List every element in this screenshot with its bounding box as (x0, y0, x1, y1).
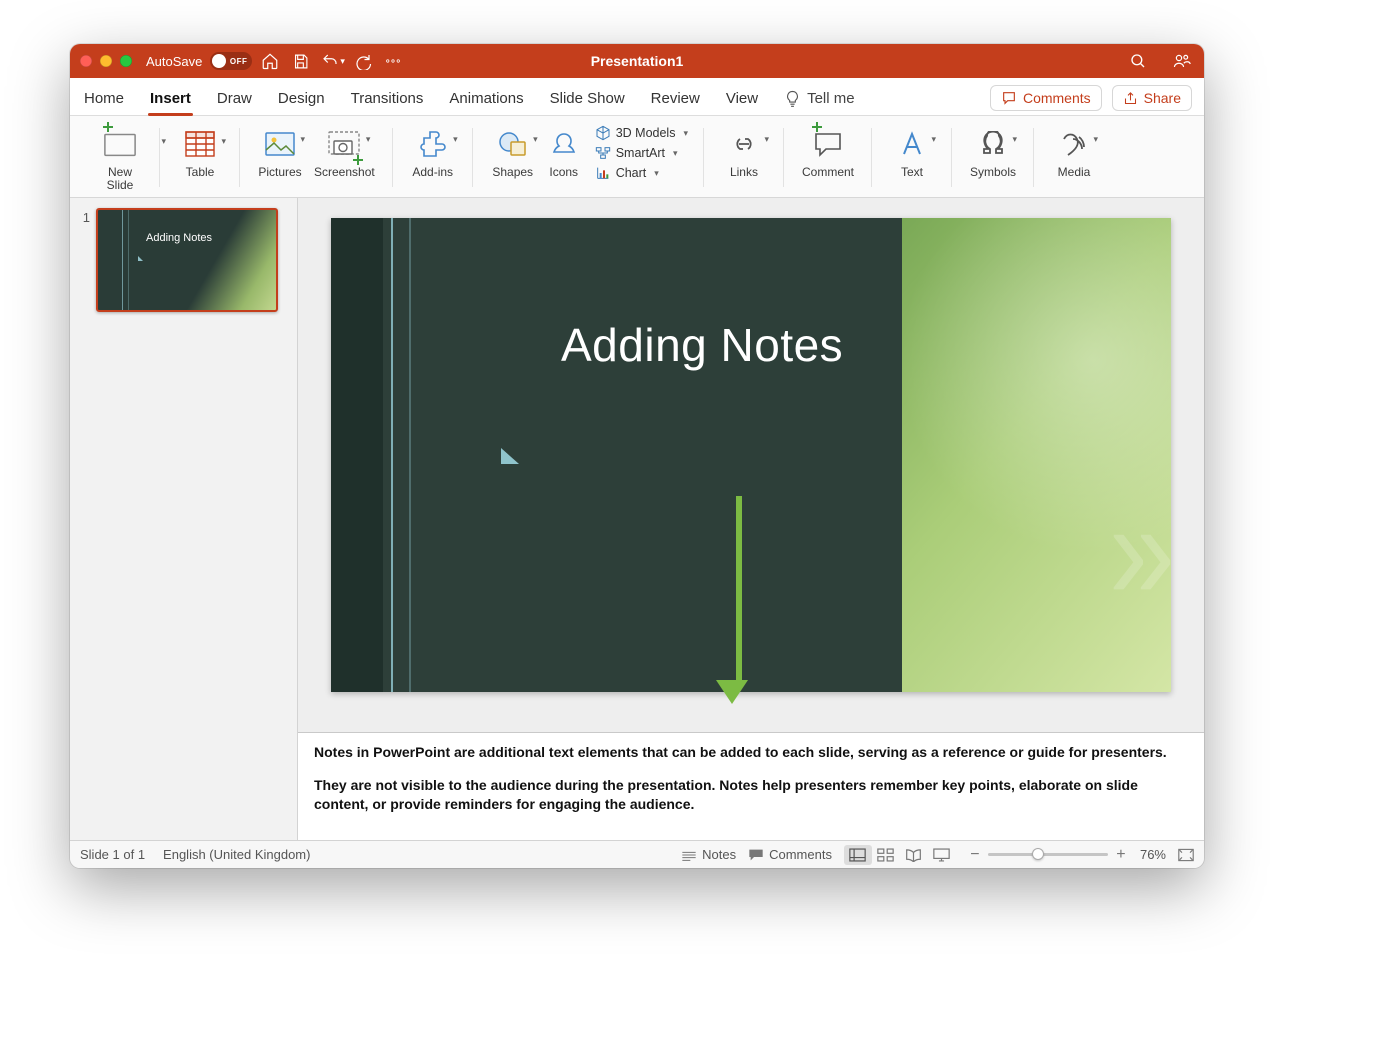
share-button[interactable]: Share (1112, 85, 1192, 111)
share-label: Share (1144, 90, 1181, 106)
new-slide-label: New Slide (107, 166, 134, 192)
bullet-icon (501, 448, 519, 464)
smartart-label: SmartArt (616, 146, 665, 160)
tab-animations[interactable]: Animations (447, 84, 525, 115)
slide-thumbnails: 1 Adding Notes (70, 198, 298, 840)
fullscreen-window-icon[interactable] (120, 55, 132, 67)
reading-view-icon[interactable] (900, 845, 928, 865)
slide-thumbnail-1[interactable]: Adding Notes (96, 208, 278, 312)
table-button[interactable]: ▾ Table (172, 122, 228, 179)
chart-button[interactable]: Chart ▾ (591, 164, 692, 182)
tab-insert[interactable]: Insert (148, 84, 193, 115)
chart-label: Chart (616, 166, 647, 180)
tab-home[interactable]: Home (82, 84, 126, 115)
slide-counter: Slide 1 of 1 (80, 847, 145, 862)
zoom-out-button[interactable]: − (968, 846, 982, 864)
tab-draw[interactable]: Draw (215, 84, 254, 115)
screenshot-label: Screenshot (314, 166, 375, 179)
addins-label: Add-ins (412, 166, 453, 179)
undo-icon[interactable] (318, 49, 342, 73)
fit-to-window-icon[interactable] (1178, 848, 1194, 862)
status-bar: Slide 1 of 1 English (United Kingdom) No… (70, 840, 1204, 868)
new-slide-button[interactable]: ▾ New Slide (92, 122, 148, 192)
arrow-annotation-icon (729, 496, 748, 704)
notes-toggle[interactable]: Notes (681, 847, 736, 862)
tab-view[interactable]: View (724, 84, 760, 115)
text-label: Text (901, 166, 923, 179)
thumb-title: Adding Notes (146, 232, 212, 244)
symbols-label: Symbols (970, 166, 1016, 179)
notes-toggle-label: Notes (702, 847, 736, 862)
notes-pane[interactable]: Notes in PowerPoint are additional text … (298, 732, 1204, 840)
3d-models-label: 3D Models (616, 126, 676, 140)
tab-transitions[interactable]: Transitions (349, 84, 426, 115)
normal-view-icon[interactable] (844, 845, 872, 865)
links-label: Links (730, 166, 758, 179)
autosave-state: OFF (230, 57, 248, 66)
slide-title: Adding Notes (561, 318, 843, 372)
close-window-icon[interactable] (80, 55, 92, 67)
save-icon[interactable] (288, 49, 312, 73)
comments-button[interactable]: Comments (990, 85, 1102, 111)
icons-label: Icons (549, 166, 578, 179)
icons-button[interactable]: Icons (541, 122, 587, 179)
smartart-button[interactable]: SmartArt ▾ (591, 144, 692, 162)
language-indicator[interactable]: English (United Kingdom) (163, 847, 310, 862)
comments-toggle-label: Comments (769, 847, 832, 862)
thumb-number: 1 (78, 208, 90, 312)
screenshot-button[interactable]: ▾ Screenshot (308, 122, 381, 179)
comment-label: Comment (802, 166, 854, 179)
tab-review[interactable]: Review (649, 84, 702, 115)
autosave-label: AutoSave (146, 54, 202, 69)
autosave-toggle[interactable]: OFF (210, 52, 252, 70)
document-title: Presentation1 (591, 53, 684, 69)
search-icon[interactable] (1126, 49, 1150, 73)
media-button[interactable]: ▾ Media (1046, 122, 1102, 179)
slide-sorter-view-icon[interactable] (872, 845, 900, 865)
powerpoint-window: AutoSave OFF ▾ Presentation1 (70, 44, 1204, 868)
shapes-label: Shapes (492, 166, 533, 179)
media-label: Media (1058, 166, 1091, 179)
comment-button[interactable]: Comment (796, 122, 860, 179)
minimize-window-icon[interactable] (100, 55, 112, 67)
slide[interactable]: » Adding Notes (331, 218, 1171, 692)
zoom-control: − + (968, 846, 1128, 864)
zoom-slider-track[interactable] (988, 853, 1108, 856)
table-label: Table (186, 166, 215, 179)
addins-button[interactable]: ▾ Add-ins (405, 122, 461, 179)
3d-models-button[interactable]: 3D Models ▾ (591, 124, 692, 142)
tell-me-search[interactable]: Tell me (782, 84, 857, 115)
ribbon-tabs: Home Insert Draw Design Transitions Anim… (70, 78, 1204, 116)
slideshow-view-icon[interactable] (928, 845, 956, 865)
zoom-percent[interactable]: 76% (1140, 847, 1166, 862)
undo-caret-icon[interactable]: ▾ (340, 56, 345, 67)
shapes-button[interactable]: ▾ Shapes (485, 122, 541, 179)
redo-icon[interactable] (351, 49, 375, 73)
main-column: » Adding Notes Notes in PowerPoint are a… (298, 198, 1204, 840)
notes-paragraph-1: Notes in PowerPoint are additional text … (314, 743, 1188, 762)
overflow-icon[interactable] (381, 49, 405, 73)
zoom-in-button[interactable]: + (1114, 846, 1128, 864)
pictures-label: Pictures (258, 166, 301, 179)
view-mode-toggles (844, 845, 956, 865)
symbols-button[interactable]: ▾ Symbols (964, 122, 1022, 179)
zoom-slider-thumb[interactable] (1032, 848, 1044, 860)
comments-label: Comments (1023, 90, 1091, 106)
workspace: 1 Adding Notes » Adding Notes (70, 198, 1204, 840)
window-controls (80, 55, 132, 67)
slide-canvas-area: » Adding Notes (298, 198, 1204, 732)
comments-toggle[interactable]: Comments (748, 847, 832, 862)
links-button[interactable]: ▾ Links (716, 122, 772, 179)
notes-paragraph-2: They are not visible to the audience dur… (314, 776, 1188, 814)
tab-slideshow[interactable]: Slide Show (548, 84, 627, 115)
tell-me-label: Tell me (807, 90, 855, 107)
ribbon: ▾ New Slide ▾ Table ▾ Pictures (70, 116, 1204, 198)
text-button[interactable]: ▾ Text (884, 122, 940, 179)
share-people-icon[interactable] (1170, 49, 1194, 73)
title-bar: AutoSave OFF ▾ Presentation1 (70, 44, 1204, 78)
home-icon[interactable] (258, 49, 282, 73)
pictures-button[interactable]: ▾ Pictures (252, 122, 308, 179)
tab-design[interactable]: Design (276, 84, 327, 115)
